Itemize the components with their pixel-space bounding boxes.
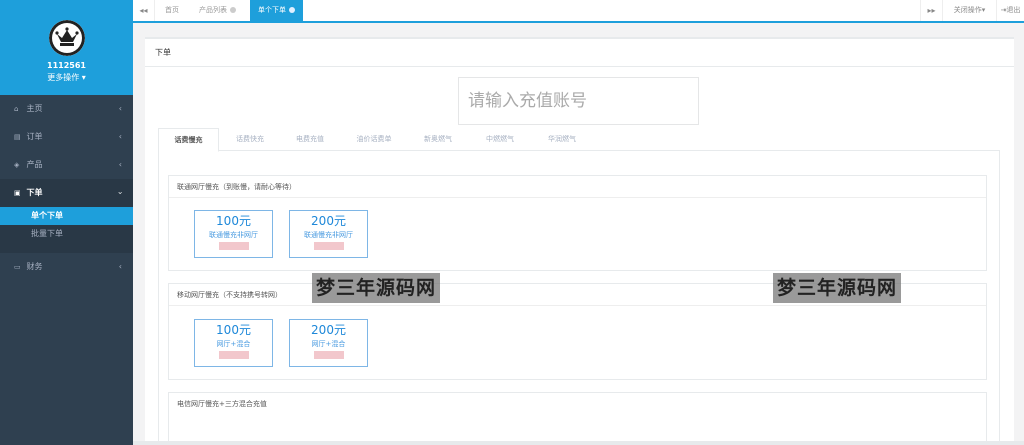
chevron-left-icon: ‹	[118, 132, 122, 141]
chevron-left-icon: ‹	[118, 160, 122, 169]
tab-electricity-recharge[interactable]: 电费充值	[282, 128, 338, 151]
redacted-text	[218, 351, 249, 359]
tab-slow-phone-recharge[interactable]: 话费慢充	[158, 128, 219, 152]
bottom-bar	[133, 441, 1024, 445]
product-section-unicom: 联通网厅慢充（到账慢，请耐心等待） 100元 联通慢充非网厅 200元 联通慢充…	[168, 175, 987, 271]
submenu-item-batch-order[interactable]: 批量下单	[0, 225, 133, 243]
product-section-telecom: 电信网厅慢充+三方混合充值	[168, 392, 987, 443]
logout-button[interactable]: ⇥退出	[996, 0, 1024, 21]
product-card[interactable]: 200元 网厅+混合	[289, 319, 368, 367]
close-ops-dropdown[interactable]: 关闭操作▾	[942, 0, 996, 21]
place-order-submenu: 单个下单 批量下单	[0, 207, 133, 253]
finance-icon: ▭	[14, 263, 21, 271]
tab-home[interactable]: 首页	[157, 0, 187, 21]
recharge-account-input[interactable]	[458, 77, 699, 125]
sidebar-item-products[interactable]: ◈ 产品 ‹	[0, 151, 133, 179]
main-menu: ⌂ 主页 ‹ ▤ 订单 ‹ ◈ 产品 ‹ ▣ 下单 ‹ 单个下单 批量下单 ▭ …	[0, 95, 133, 281]
close-tab-icon[interactable]	[289, 7, 295, 13]
avatar[interactable]	[49, 20, 85, 56]
redacted-text	[313, 242, 344, 250]
scroll-tabs-left-button[interactable]: ◂◂	[133, 0, 155, 21]
submenu-item-single-order[interactable]: 单个下单	[0, 207, 133, 225]
caret-down-icon: ▾	[981, 6, 986, 14]
product-type-tabs: 话费慢充 话费快充 电费充值 油价话费单 新奥燃气 中燃燃气 华润燃气	[158, 128, 1000, 152]
section-title: 电信网厅慢充+三方混合充值	[177, 400, 267, 408]
product-name: 网厅+混合	[311, 340, 346, 348]
tab-label: 单个下单	[258, 6, 286, 14]
double-chevron-left-icon: ◂◂	[139, 6, 148, 15]
redacted-text	[218, 242, 249, 250]
sidebar-item-label: 产品	[26, 160, 43, 169]
panel-title: 下单	[145, 39, 1014, 67]
watermark-right: 梦三年源码网	[773, 273, 902, 303]
tab-fast-phone-recharge[interactable]: 话费快充	[222, 128, 278, 151]
caret-down-icon: ▾	[81, 73, 86, 82]
place-order-icon: ▣	[14, 189, 21, 197]
home-icon: ⌂	[14, 105, 19, 113]
sidebar-item-label: 订单	[26, 132, 43, 141]
scroll-tabs-right-button[interactable]: ▸▸	[920, 0, 942, 21]
redacted-text	[313, 351, 344, 359]
chevron-left-icon: ‹	[118, 262, 122, 271]
chevron-down-icon: ‹	[115, 191, 125, 195]
double-chevron-right-icon: ▸▸	[927, 6, 936, 15]
order-icon: ▤	[14, 133, 21, 141]
section-title: 联通网厅慢充（到账慢，请耐心等待）	[169, 176, 986, 198]
product-icon: ◈	[14, 161, 20, 169]
profile-header: 1112561 更多操作 ▾	[0, 0, 133, 95]
product-price: 200元	[311, 323, 346, 337]
product-name: 联通慢充非网厅	[209, 231, 258, 239]
sidebar: 1112561 更多操作 ▾ ⌂ 主页 ‹ ▤ 订单 ‹ ◈ 产品 ‹ ▣ 下单…	[0, 0, 133, 445]
product-name: 联通慢充非网厅	[304, 231, 353, 239]
tab-product-list[interactable]: 产品列表	[191, 0, 244, 21]
product-card[interactable]: 100元 网厅+混合	[194, 319, 273, 367]
product-name: 网厅+混合	[216, 340, 251, 348]
crown-logo-icon	[49, 20, 85, 56]
chevron-left-icon: ‹	[118, 104, 122, 113]
product-price: 100元	[216, 323, 251, 337]
tab-label: 首页	[165, 6, 179, 14]
tab-oil-phone-bill[interactable]: 油价话费单	[344, 128, 404, 151]
tab-single-order[interactable]: 单个下单	[250, 0, 303, 21]
product-card[interactable]: 100元 联通慢充非网厅	[194, 210, 273, 258]
sidebar-item-finance[interactable]: ▭ 财务 ‹	[0, 253, 133, 281]
more-ops-dropdown[interactable]: 更多操作 ▾	[0, 72, 133, 83]
more-ops-label: 更多操作	[47, 73, 80, 82]
sidebar-item-place-order[interactable]: ▣ 下单 ‹	[0, 179, 133, 207]
product-price: 100元	[216, 214, 251, 228]
tab-xinao-gas[interactable]: 新奥燃气	[410, 128, 466, 151]
tab-zhongran-gas[interactable]: 中燃燃气	[472, 128, 528, 151]
submenu-spacer	[0, 243, 133, 253]
order-panel: 下单 话费慢充 话费快充 电费充值 油价话费单 新奥燃气 中燃燃气 华润燃气 联…	[145, 37, 1014, 443]
watermark-left: 梦三年源码网	[312, 273, 441, 303]
close-ops-label: 关闭操作	[953, 6, 982, 14]
sidebar-item-orders[interactable]: ▤ 订单 ‹	[0, 123, 133, 151]
product-price: 200元	[311, 214, 346, 228]
tab-bar: ◂◂ 首页 产品列表 单个下单 ▸▸ 关闭操作▾ ⇥退出	[133, 0, 1024, 23]
tab-label: 产品列表	[199, 6, 227, 14]
logout-label: 退出	[1006, 6, 1021, 14]
product-card[interactable]: 200元 联通慢充非网厅	[289, 210, 368, 258]
sidebar-item-label: 财务	[26, 262, 43, 271]
sidebar-item-label: 主页	[26, 104, 43, 113]
user-id: 1112561	[47, 61, 86, 70]
close-tab-icon[interactable]	[230, 7, 236, 13]
sidebar-item-label: 下单	[26, 188, 43, 197]
sidebar-item-home[interactable]: ⌂ 主页 ‹	[0, 95, 133, 123]
tab-huarun-gas[interactable]: 华润燃气	[534, 128, 590, 151]
